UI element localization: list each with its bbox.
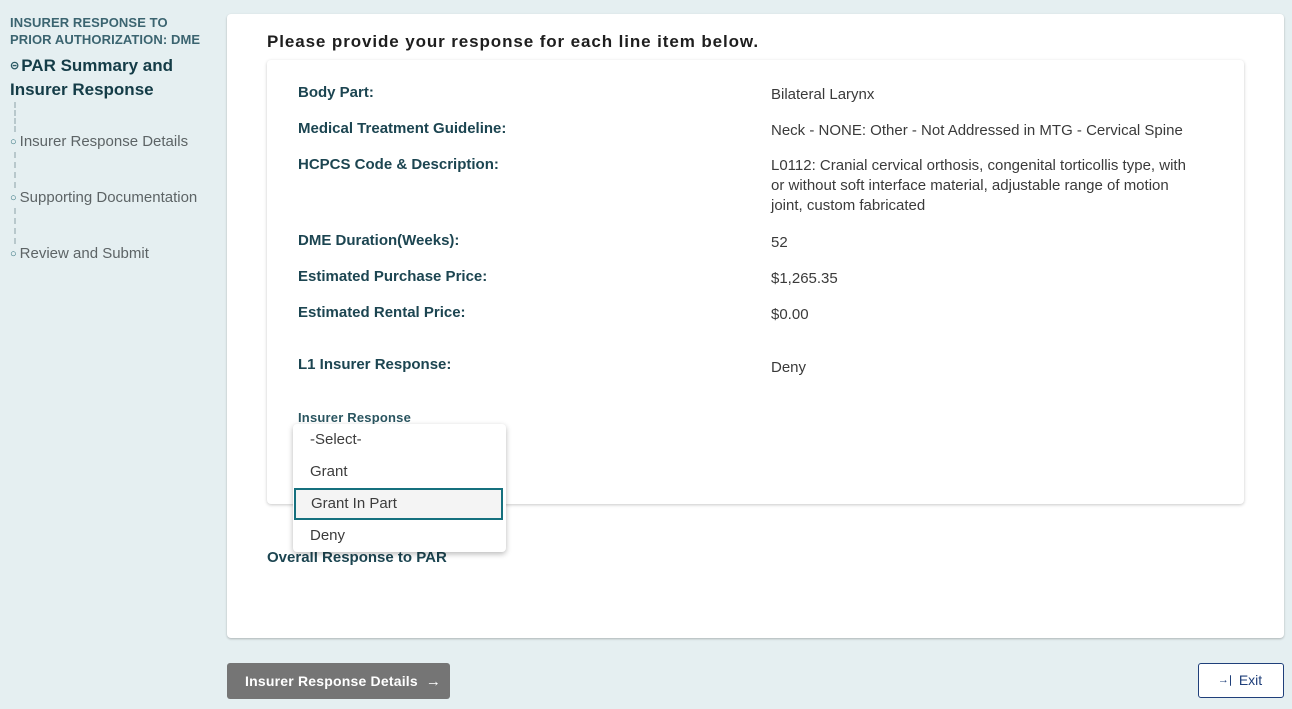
sidebar-title: INSURER RESPONSE TO PRIOR AUTHORIZATION:… (10, 15, 201, 47)
field-label: Medical Treatment Guideline: (298, 120, 507, 137)
next-insurer-response-details-button[interactable]: Insurer Response Details → (227, 663, 450, 699)
field-value: 52 (771, 234, 788, 251)
current-step-icon: ⊝ (10, 60, 20, 72)
progress-sidebar: INSURER RESPONSE TO PRIOR AUTHORIZATION:… (10, 14, 210, 264)
field-value: Bilateral Larynx (771, 86, 875, 103)
insurer-response-dropdown[interactable]: -Select- Grant Grant In Part Deny (293, 424, 506, 552)
step-label: Supporting Documentation (19, 189, 198, 206)
button-label: Exit (1238, 672, 1263, 688)
field-value: Deny (771, 359, 807, 376)
step-connector (14, 152, 16, 188)
step-label: Insurer Response Details (19, 133, 189, 150)
step-connector (14, 208, 16, 244)
step-connector (14, 102, 16, 132)
exit-icon (1216, 670, 1231, 690)
step-circle-icon: ○ (10, 248, 17, 260)
field-label: L1 Insurer Response: (298, 356, 452, 373)
field-label: Estimated Rental Price: (298, 304, 466, 321)
step-par-summary[interactable]: ⊝ PAR Summary and Insurer Response (10, 54, 210, 101)
step-review-submit[interactable]: ○ Review and Submit (10, 244, 210, 264)
field-label: DME Duration(Weeks): (298, 232, 460, 249)
exit-button[interactable]: Exit (1198, 663, 1284, 698)
step-insurer-response-details[interactable]: ○ Insurer Response Details (10, 132, 210, 152)
insurer-response-label: Insurer Response (298, 410, 412, 425)
field-value: $0.00 (771, 306, 809, 323)
option-deny[interactable]: Deny (293, 520, 506, 552)
step-label: PAR Summary and Insurer Response (10, 56, 173, 99)
arrow-right-icon: → (425, 673, 442, 690)
field-label: HCPCS Code & Description: (298, 156, 499, 173)
page-heading: Please provide your response for each li… (267, 32, 760, 51)
field-label: Body Part: (298, 84, 374, 101)
field-label: Estimated Purchase Price: (298, 268, 488, 285)
field-value: $1,265.35 (771, 270, 838, 287)
step-circle-icon: ○ (10, 192, 17, 204)
step-supporting-documentation[interactable]: ○ Supporting Documentation (10, 188, 210, 208)
option-grant-in-part[interactable]: Grant In Part (294, 488, 503, 520)
step-label: Review and Submit (19, 245, 149, 262)
button-label: Insurer Response Details (245, 673, 418, 689)
step-list: ⊝ PAR Summary and Insurer Response ○ Insur… (10, 54, 210, 264)
step-circle-icon: ○ (10, 136, 17, 148)
option-grant[interactable]: Grant (293, 456, 506, 488)
field-value: Neck - NONE: Other - Not Addressed in MT… (771, 122, 1183, 139)
option-select[interactable]: -Select- (293, 424, 506, 456)
field-value: L0112: Cranial cervical orthosis, congen… (771, 157, 1186, 214)
